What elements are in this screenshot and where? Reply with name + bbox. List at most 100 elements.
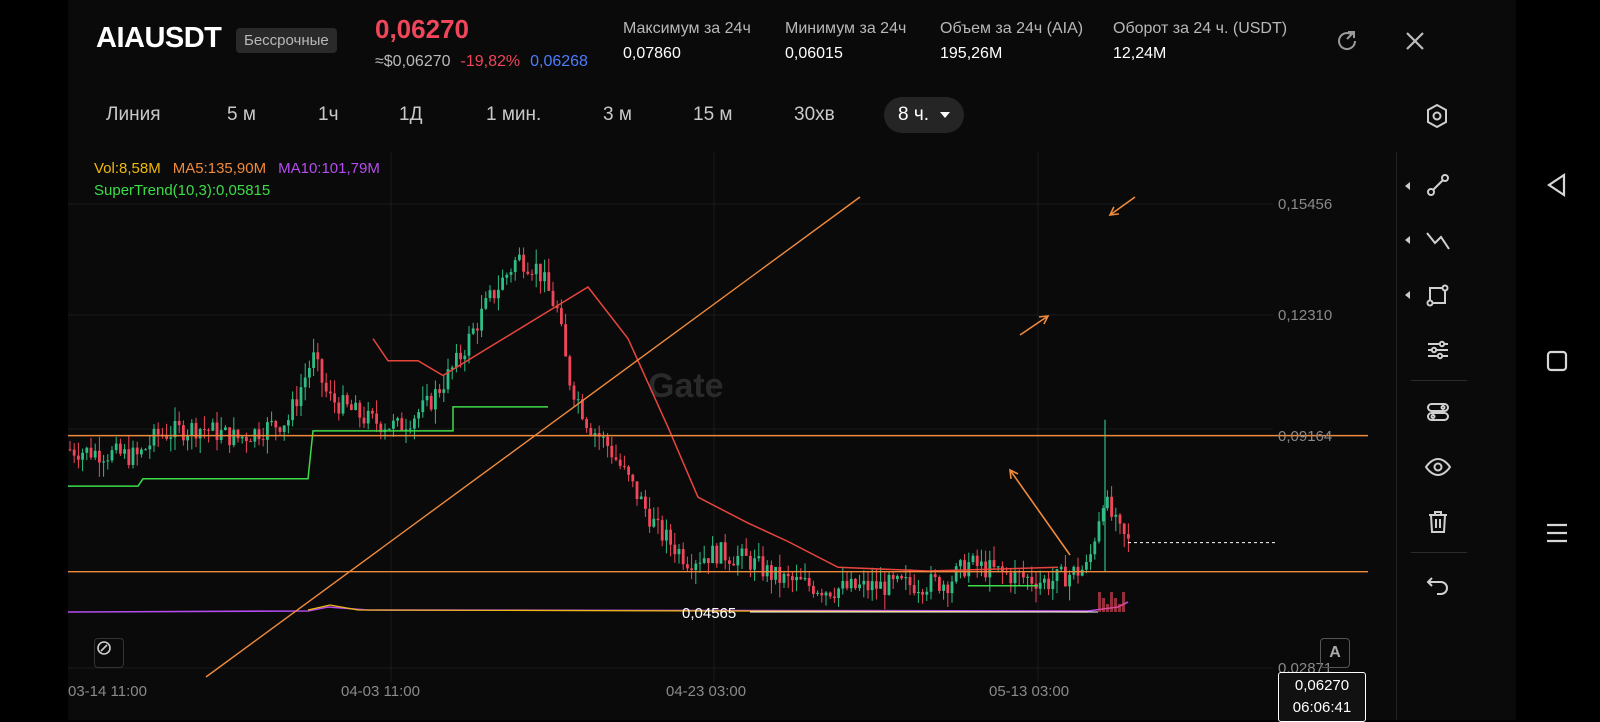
zigzag-icon[interactable] [1423,225,1453,255]
candle-body [1043,578,1046,583]
candle-body [589,427,593,436]
candle-body [1122,523,1126,535]
expand-caret-icon[interactable] [1405,291,1410,299]
candle-body [236,429,240,439]
candle-body [282,425,286,432]
candle-body [686,564,689,569]
candle-body [816,592,819,594]
draw-tools-toggle-icon[interactable] [94,638,124,668]
app-window: AIAUSDT Бессрочные 0,06270 ≈$0,06270 -19,… [68,0,1516,722]
candle-body [123,449,126,454]
auto-scale-button[interactable]: A [1320,638,1350,668]
trendline-icon[interactable] [1423,170,1453,200]
candle-body [68,449,72,451]
volume-bar [1122,592,1125,612]
candle-body [572,385,576,400]
candle-body [484,298,488,309]
candle-body [723,542,727,561]
undo-icon[interactable] [1423,569,1453,599]
candle-body [148,445,152,450]
candle-body [828,592,832,597]
menu-icon[interactable] [1542,518,1572,548]
candle-body [513,260,517,273]
candle-body [887,574,891,595]
volume-bar [1110,592,1113,612]
tab-5m[interactable]: 5 м [227,104,256,126]
candle-body [240,436,244,439]
candle-body [413,418,416,429]
tab-3m[interactable]: 3 м [603,104,632,126]
chart-settings-icon[interactable] [1423,102,1451,130]
stat-label: Минимум за 24ч [785,20,907,37]
home-icon[interactable] [1542,346,1572,376]
candle-body [249,441,252,443]
price-change: -19,82% [460,53,521,70]
chart-canvas[interactable]: Gate0,045650,154560,123100,091640,028710… [68,152,1368,720]
trash-icon[interactable] [1423,507,1453,537]
candle-body [358,402,362,418]
candle-body [81,452,84,460]
visibility-icon[interactable] [1423,452,1453,482]
candle-body [912,585,916,594]
candle-body [463,355,467,360]
candle-body [169,437,173,439]
candle-body [971,555,975,563]
candle-body [375,413,378,424]
candle-body [669,529,672,545]
candle-body [652,518,656,527]
candle-body [585,419,588,428]
candle-body [366,410,370,424]
candle-body [518,254,521,261]
x-axis-tick-label: 03-14 11:00 [68,683,147,700]
x-axis-tick-label: 05-13 03:00 [989,683,1069,700]
candle-body [392,420,395,429]
candle-body [459,352,462,360]
tab-30m[interactable]: 30хв [794,104,835,126]
candle-body [904,577,908,579]
candle-body [900,575,903,579]
tab-1h[interactable]: 1ч [318,104,338,126]
symbol-title[interactable]: AIAUSDT [96,22,222,55]
layers-icon[interactable] [1423,397,1453,427]
shape-icon[interactable] [1423,280,1453,310]
candle-body [858,584,861,589]
candle-body [908,577,912,586]
candle-body [534,263,538,275]
candle-body [543,272,546,282]
candle-body [837,588,840,599]
tab-1d[interactable]: 1Д [399,104,422,126]
candle-body [324,382,328,392]
watermark-logo: Gate [648,367,724,405]
trend-line [205,196,861,678]
candle-body [98,450,101,463]
candle-body [417,412,420,419]
candle-body [509,272,513,275]
stat-value: 0,07860 [623,45,681,62]
tab-15m[interactable]: 15 м [693,104,732,126]
candle-body [648,508,651,527]
candle-body [707,558,710,564]
back-icon[interactable] [1542,170,1572,200]
candle-body [1110,496,1113,517]
candlestick-chart[interactable]: Gate 0,04565 0,15456 0,12310 0,09164 0,02871 0… [68,152,1368,722]
volume-bar [1106,604,1109,612]
stat-high-24h: Максимум за 24ч 0,07860 [623,20,751,63]
candle-body [547,272,551,291]
current-price-value: 0,06270 [1294,677,1350,694]
tab-8h-dropdown[interactable]: 8 ч. [884,97,965,133]
share-icon[interactable] [1334,28,1360,54]
expand-caret-icon[interactable] [1405,182,1410,190]
expand-caret-icon[interactable] [1405,236,1410,244]
candle-body [144,449,147,451]
tab-1min[interactable]: 1 мин. [486,104,541,126]
candle-body [921,591,924,595]
tab-line[interactable]: Линия [106,104,160,126]
candle-body [694,563,698,571]
indicator-settings-icon[interactable] [1423,335,1453,365]
candle-body [732,563,735,566]
candle-body [1072,566,1076,575]
candle-body [1038,582,1042,589]
candle-body [198,429,202,439]
candle-body [1101,508,1105,522]
close-icon[interactable] [1402,28,1428,54]
